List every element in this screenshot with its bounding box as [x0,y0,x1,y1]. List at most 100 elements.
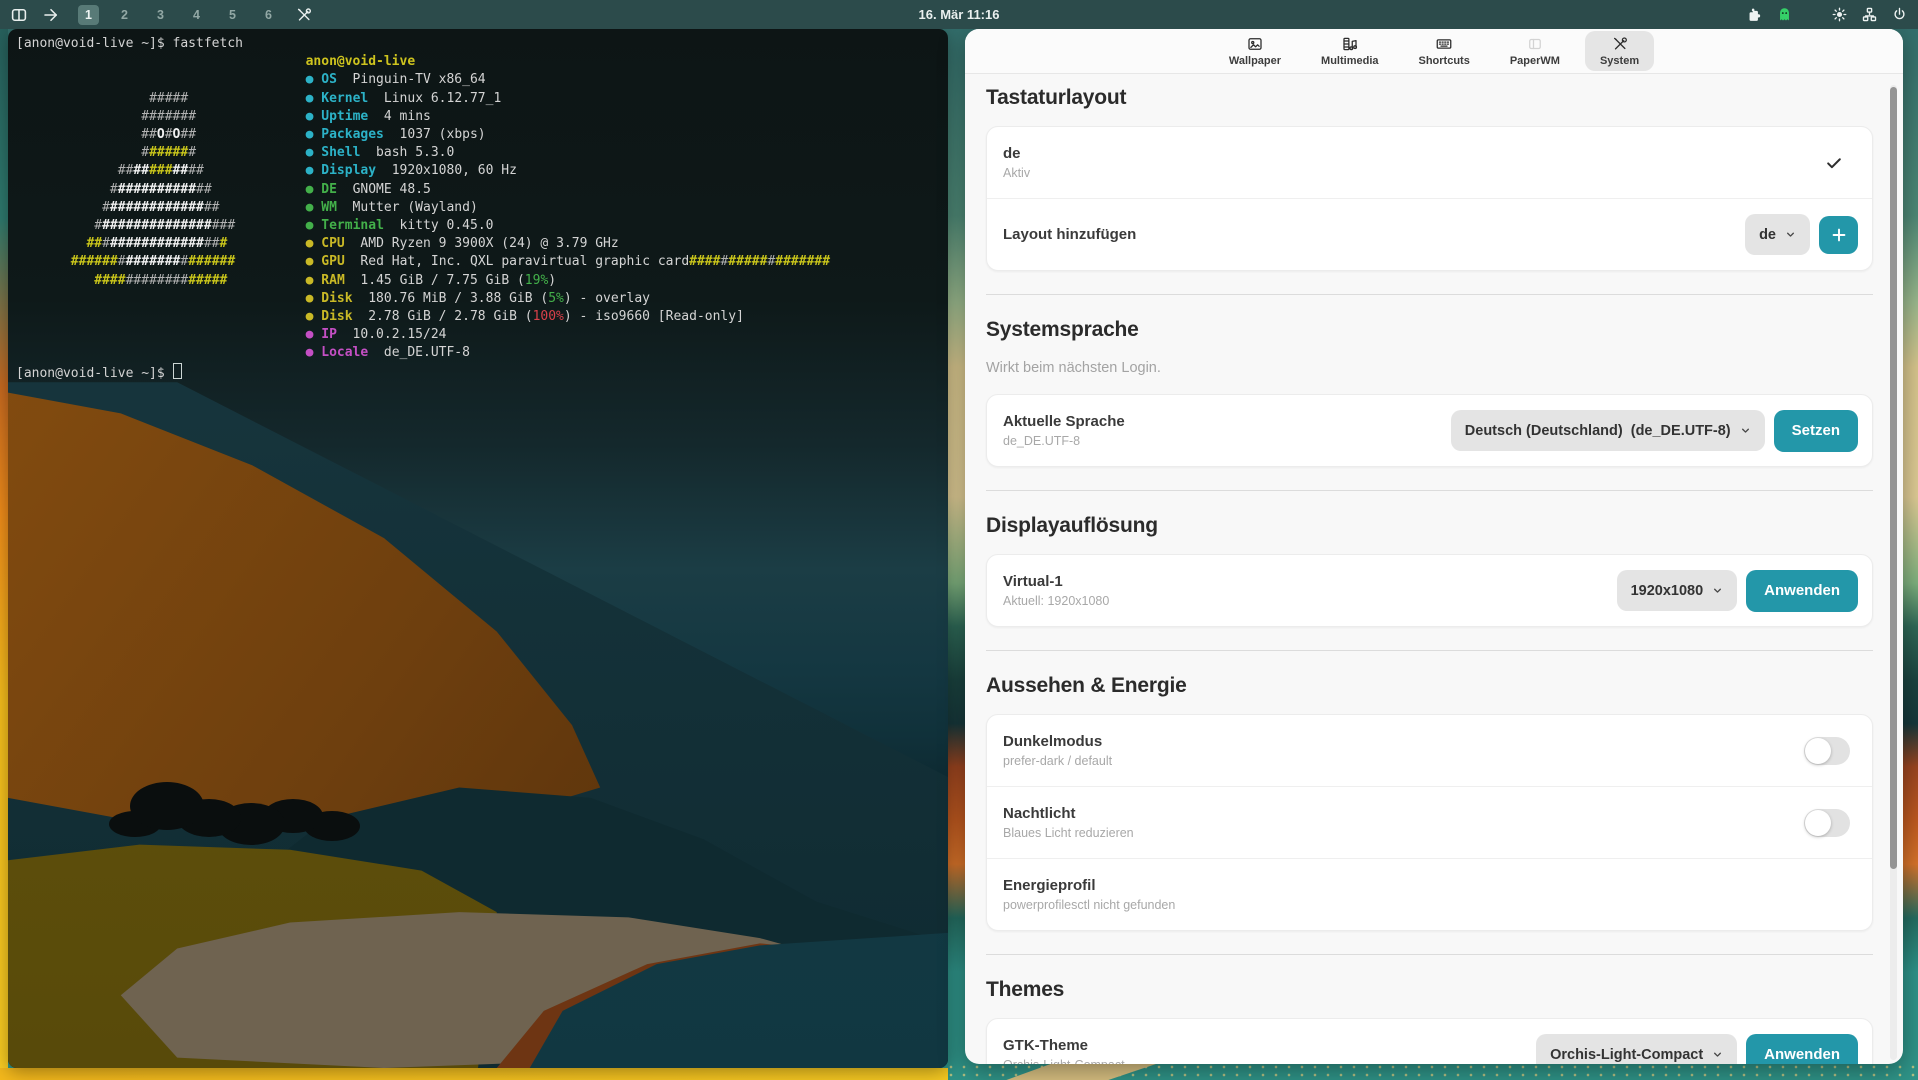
tab-wallpaper[interactable]: Wallpaper [1214,31,1296,71]
chevron-down-icon [1710,1047,1725,1062]
row-subtitle: prefer-dark / default [1003,754,1804,769]
terminal-line: ################## ● CPU AMD Ryzen 9 390… [16,235,948,253]
gtk-theme-dropdown[interactable]: Orchis-Light-Compact [1536,1034,1737,1064]
anwenden-button-virtual-1[interactable]: Anwenden [1746,570,1858,612]
shortcuts-icon [1435,35,1453,53]
tab-label: PaperWM [1510,55,1560,67]
tab-label: Wallpaper [1229,55,1281,67]
row-text: GTK-ThemeOrchis-Light-Compact [1003,1037,1536,1065]
terminal-line: ##### ● Kernel Linux 6.12.77_1 [16,90,948,108]
tab-multimedia[interactable]: Multimedia [1306,31,1393,71]
row-text: Aktuelle Sprachede_DE.UTF-8 [1003,413,1451,449]
row-title: Virtual-1 [1003,573,1617,591]
section-divider [986,954,1873,955]
system-icon [1611,35,1629,53]
row-title: Nachtlicht [1003,805,1804,823]
arrow-right-icon[interactable] [42,6,60,24]
workspace-5[interactable]: 5 [222,5,243,25]
row-subtitle: Aktuell: 1920x1080 [1003,594,1617,609]
scrollbar-thumb[interactable] [1890,87,1897,869]
card-displayaufloesung: Virtual-1 Aktuell: 1920x1080 1920x1080 Anwe… [986,554,1873,627]
network-tree-icon[interactable] [1861,6,1878,23]
terminal-line: ● IP 10.0.2.15/24 [16,326,948,344]
terminal-line: ####### ● Shell bash 5.3.0 [16,144,948,162]
power-icon[interactable] [1891,6,1908,23]
terminal-line: ################## ● Terminal kitty 0.45… [16,217,948,235]
tab-label: Shortcuts [1419,55,1470,67]
add-layout-button[interactable] [1819,216,1858,254]
setzen-button-aktuelle-sprache[interactable]: Setzen [1774,410,1858,452]
terminal-line: ####### ● Uptime 4 mins [16,108,948,126]
anwenden-button-gtk-theme[interactable]: Anwenden [1746,1034,1858,1065]
workspace-1[interactable]: 1 [78,5,99,25]
row-controls: Deutsch (Deutschland) (de_DE.UTF-8) Setze… [1451,410,1858,452]
row-subtitle: powerprofilesctl nicht gefunden [1003,898,1858,913]
terminal-line: anon@void-live [16,53,948,71]
row-text: Dunkelmodus prefer-dark / default [1003,733,1804,769]
terminal-line: ● Locale de_DE.UTF-8 [16,344,948,362]
dropdown-value: 1920x1080 [1631,583,1704,599]
paperwm-icon [1526,35,1544,53]
toggle-knob [1805,738,1831,764]
row-energieprofil: Energieprofilpowerprofilesctl nicht gefu… [987,858,1872,930]
nachtlicht-toggle[interactable] [1804,809,1850,837]
tools-icon[interactable] [295,6,313,24]
row-subtitle: Blaues Licht reduzieren [1003,826,1804,841]
workspace-2[interactable]: 2 [114,5,135,25]
workspace-switcher: 123456 [78,5,279,25]
terminal-line: ● OS Pinguin-TV x86_64 [16,71,948,89]
dunkelmodus-toggle[interactable] [1804,737,1850,765]
card-tastaturlayout: deAktivLayout hinzufügende [986,126,1873,271]
wallpaper-bottom-right-strip [948,1064,1918,1080]
terminal-line: ########### ● Display 1920x1080, 60 Hz [16,162,948,180]
terminal-line: ##################### ● GPU Red Hat, Inc… [16,253,948,271]
row-aktuelle-sprache: Aktuelle Sprachede_DE.UTF-8Deutsch (Deut… [987,395,1872,466]
section-divider [986,490,1873,491]
settings-content: TastaturlayoutdeAktivLayout hinzufügende… [965,73,1903,1064]
terminal-window[interactable]: [anon@void-live ~]$ fastfetch anon@void-… [8,29,948,1068]
terminal-line: ################# ● RAM 1.45 GiB / 7.75 … [16,272,948,290]
row-title: GTK-Theme [1003,1037,1536,1055]
layout-hinzufuegen-dropdown[interactable]: de [1745,214,1810,255]
terminal-line: [anon@void-live ~]$ fastfetch [16,35,948,53]
row-subtitle: de_DE.UTF-8 [1003,434,1451,449]
workspace-6[interactable]: 6 [258,5,279,25]
virtual-1-dropdown[interactable]: 1920x1080 [1617,570,1738,611]
aktuelle-sprache-dropdown[interactable]: Deutsch (Deutschland) (de_DE.UTF-8) [1451,410,1765,451]
dropdown-value: Orchis-Light-Compact [1550,1047,1703,1063]
tab-shortcuts[interactable]: Shortcuts [1404,31,1485,71]
row-title: Dunkelmodus [1003,733,1804,751]
dropdown-value: Deutsch (Deutschland) (de_DE.UTF-8) [1465,423,1731,439]
workspace-3[interactable]: 3 [150,5,171,25]
split-view-icon[interactable] [10,6,28,24]
desktop: 123456 16. Mär 11:16 [anon@void-live ~]$… [0,0,1918,1080]
row-virtual-1: Virtual-1 Aktuell: 1920x1080 1920x1080 Anwe… [987,555,1872,626]
section-title-themes: Themes [986,978,1873,1001]
chevron-down-icon [1710,583,1725,598]
wallpaper-bottom-left-strip [0,1068,948,1080]
row-controls [1824,153,1858,173]
system-tray [1746,6,1918,23]
card-systemsprache: Aktuelle Sprachede_DE.UTF-8Deutsch (Deut… [986,394,1873,467]
multimedia-icon [1341,35,1359,53]
clock[interactable]: 16. Mär 11:16 [0,7,1918,22]
terminal-line: ● Disk 180.76 MiB / 3.88 GiB (5%) - over… [16,290,948,308]
row-title: de [1003,145,1824,163]
tab-paperwm[interactable]: PaperWM [1495,31,1575,71]
row-controls: de [1745,214,1858,255]
extension-puzzle-icon[interactable] [1746,6,1763,23]
row-text: Energieprofilpowerprofilesctl nicht gefu… [1003,877,1858,913]
ghost-icon[interactable] [1776,6,1793,23]
settings-window: Wallpaper Multimedia Shortcuts PaperWM Syste… [965,29,1903,1064]
settings-tab-bar: Wallpaper Multimedia Shortcuts PaperWM Syste… [965,29,1903,74]
row-title: Layout hinzufügen [1003,226,1745,244]
row-dunkelmodus: Dunkelmodus prefer-dark / default [987,715,1872,786]
terminal-line: ● Disk 2.78 GiB / 2.78 GiB (100%) - iso9… [16,308,948,326]
brightness-icon[interactable] [1831,6,1848,23]
workspace-4[interactable]: 4 [186,5,207,25]
section-note: Wirkt beim nächsten Login. [986,359,1873,377]
row-text: Virtual-1 Aktuell: 1920x1080 [1003,573,1617,609]
tab-system[interactable]: System [1585,31,1654,71]
chevron-down-icon [1738,423,1753,438]
tab-label: System [1600,55,1639,67]
